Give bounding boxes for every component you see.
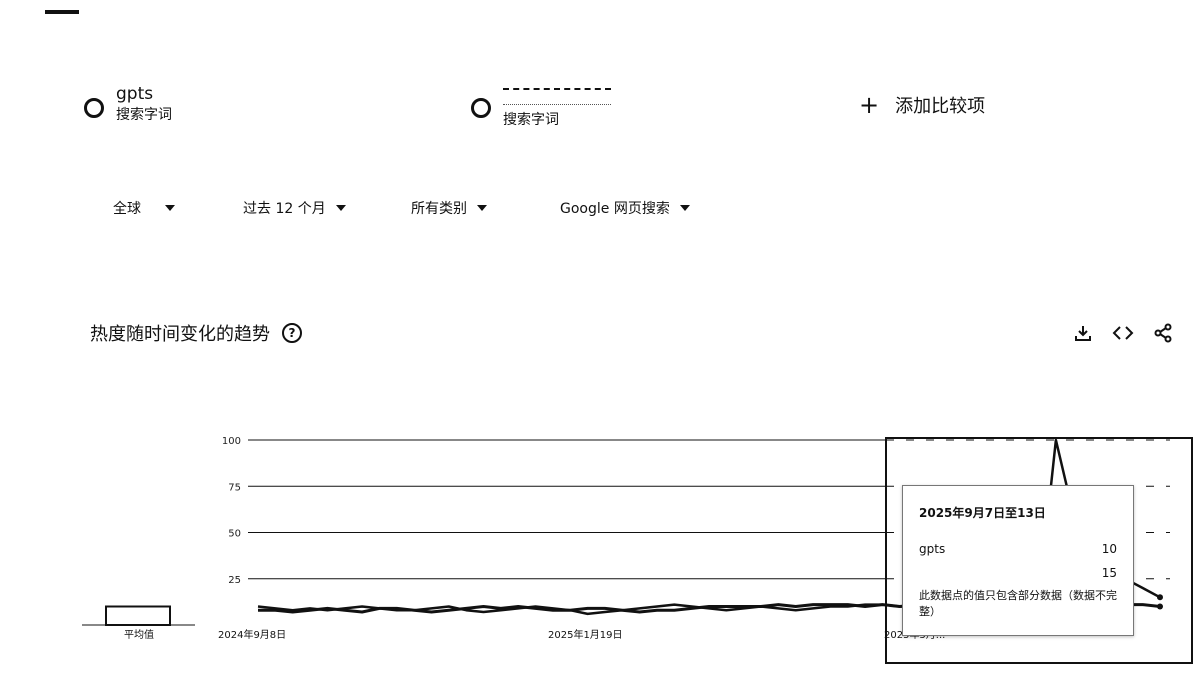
- y-axis-ticks: 100 75 50 25: [222, 436, 241, 586]
- series-end-point: [1157, 594, 1163, 601]
- average-bar: [105, 605, 171, 626]
- tooltip-row: gpts 10: [919, 542, 1117, 556]
- tooltip-partial-data-note: 此数据点的值只包含部分数据（数据不完整）: [919, 589, 1117, 618]
- tooltip-title: 2025年9月7日至13日: [919, 506, 1046, 520]
- y-tick-label: 25: [228, 575, 241, 586]
- x-tick-label: 2025年1月19日: [548, 628, 623, 641]
- tooltip-value: 10: [1101, 542, 1117, 556]
- y-tick-label: 75: [228, 482, 241, 493]
- tooltip-value: 15: [1101, 566, 1117, 580]
- x-axis-labels: 2024年9月8日2025年1月19日2025年5月...: [218, 628, 945, 641]
- x-tick-label: 2024年9月8日: [218, 628, 286, 641]
- average-bars: [105, 605, 171, 626]
- tooltip-term: gpts: [919, 542, 946, 556]
- y-tick-label: 100: [222, 436, 241, 447]
- y-tick-label: 50: [228, 529, 241, 540]
- tooltip-row: 15: [919, 566, 1117, 580]
- data-tooltip: 2025年9月7日至13日 gpts 10 15 此数据点的值只包含部分数据（数…: [902, 485, 1134, 636]
- series-end-point: [1157, 603, 1163, 610]
- average-label: 平均值: [124, 628, 154, 641]
